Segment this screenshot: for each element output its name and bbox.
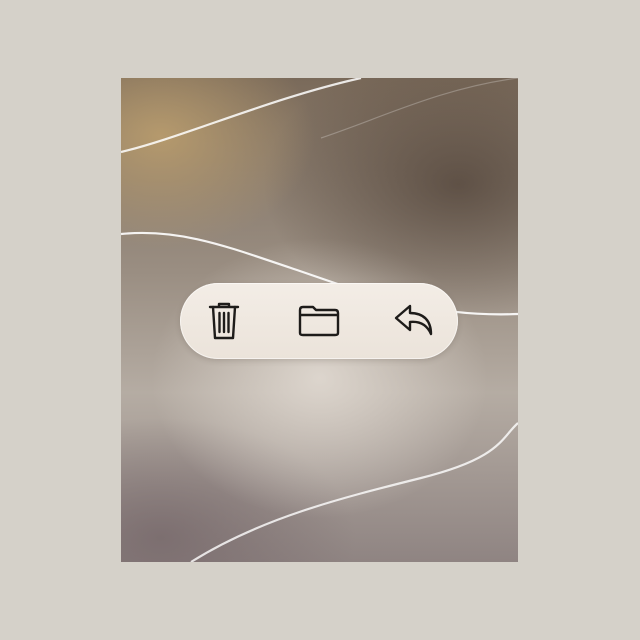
trash-icon [208,302,240,340]
reply-button[interactable] [390,297,438,345]
reply-arrow-icon [394,304,433,336]
move-to-folder-button[interactable] [295,297,343,345]
action-toolbar [180,283,458,359]
delete-button[interactable] [200,297,248,345]
page-background [0,0,640,640]
folder-icon [298,305,340,337]
